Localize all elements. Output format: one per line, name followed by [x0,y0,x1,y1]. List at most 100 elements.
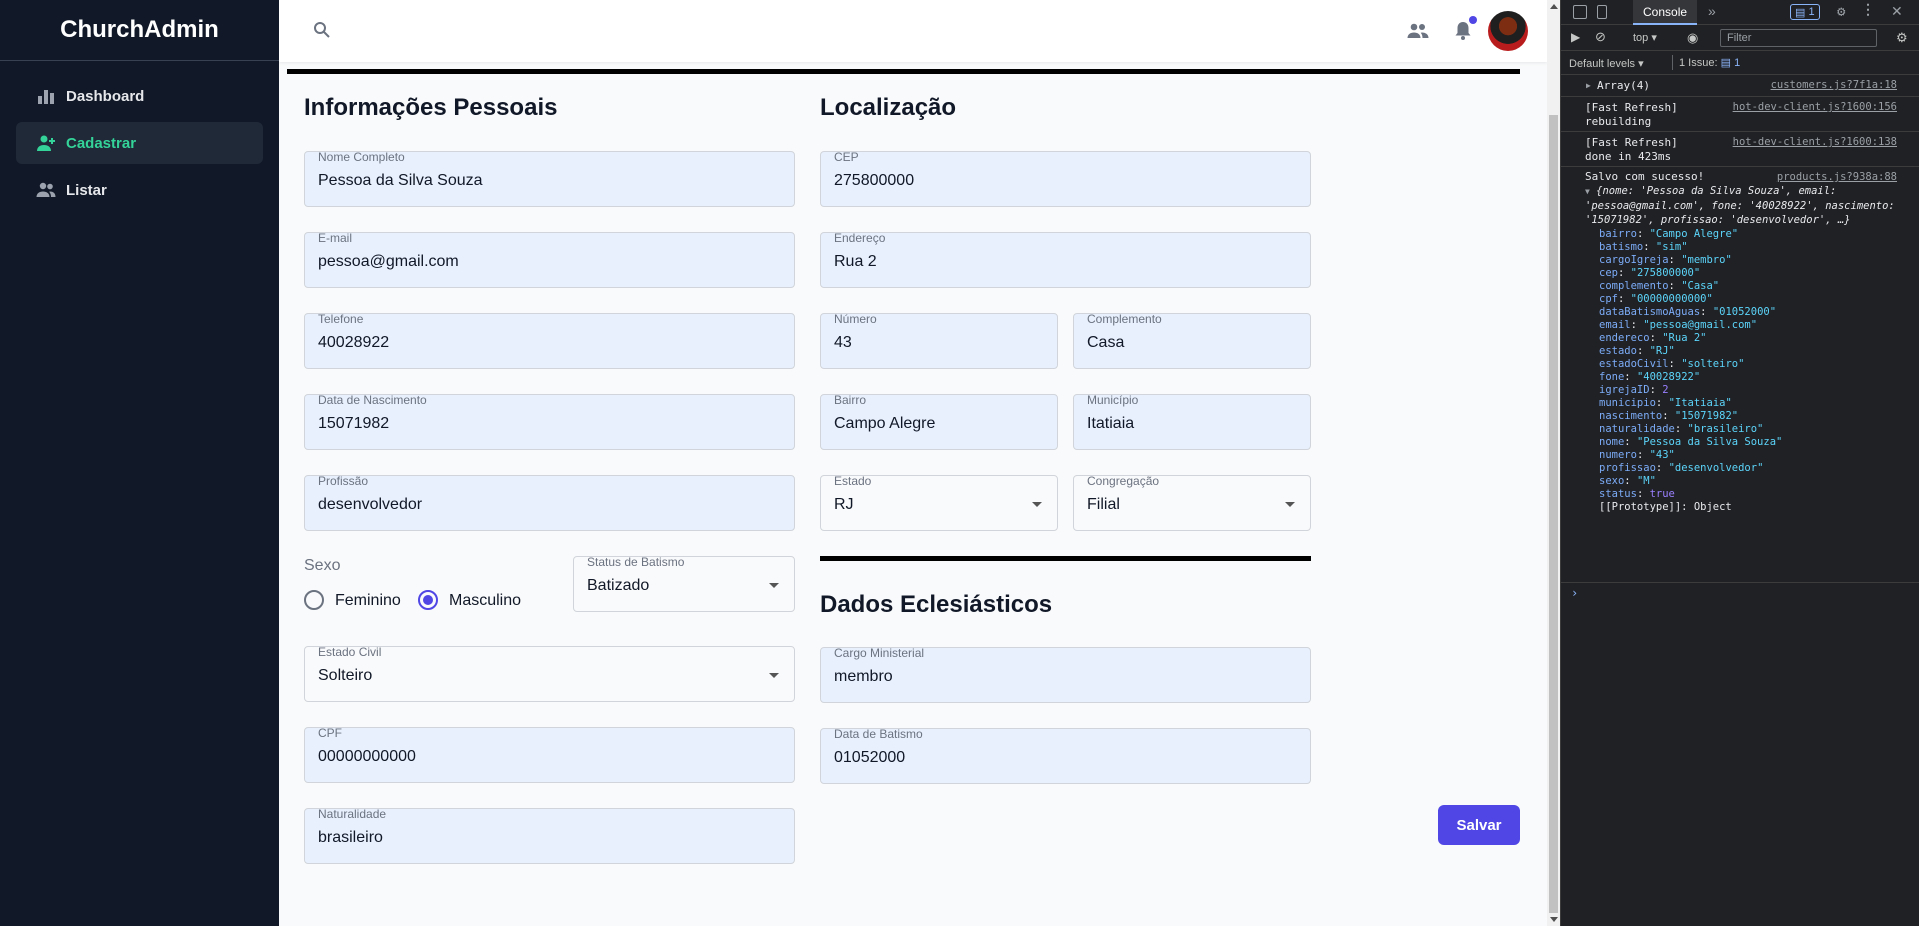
log-source-link[interactable]: hot-dev-client.js?1600:156 [1733,100,1897,114]
scroll-up-icon[interactable] [1550,4,1558,9]
ecclesiastic-title: Dados Eclesiásticos [820,591,1053,618]
property-value: "Itatiaia" [1668,397,1732,409]
property-value: true [1649,488,1675,500]
property-value: "Pessoa da Silva Souza" [1636,436,1783,448]
field-label: Complemento [1087,312,1162,326]
brand-title[interactable]: ChurchAdmin [0,0,279,61]
search-icon[interactable] [313,21,331,39]
filter-input[interactable]: Filter [1720,29,1877,47]
field-label: Número [834,312,877,326]
sidebar-toggle-icon[interactable]: ▶ [1571,30,1580,44]
endereco-field[interactable]: Endereço Rua 2 [820,231,1311,288]
sidebar: ChurchAdmin Dashboard Cadastrar Listar [0,0,279,926]
nascimento-field[interactable]: Data de Nascimento 15071982 [304,393,795,450]
numero-field[interactable]: Número 43 [820,312,1058,369]
field-label: Endereço [834,231,886,245]
console-settings-icon[interactable]: ⚙ [1896,30,1908,46]
personal-info-title: Informações Pessoais [304,94,558,121]
property-key: municipio [1599,397,1656,409]
log-entry[interactable]: [Fast Refresh] rebuilding hot-dev-client… [1561,97,1919,132]
field-value: Itatiaia [1087,415,1135,432]
nome-field[interactable]: Nome Completo Pessoa da Silva Souza [304,150,795,207]
close-icon[interactable]: ✕ [1891,3,1903,20]
chevron-down-icon [769,583,779,588]
field-label: Congregação [1087,474,1160,488]
email-field[interactable]: E-mail pessoa@gmail.com [304,231,795,288]
section-divider [287,69,1520,74]
tab-console[interactable]: Console [1633,0,1698,25]
field-value: Solteiro [318,667,373,684]
field-value: pessoa@gmail.com [318,253,459,270]
property-key: nome [1599,436,1625,448]
cpf-field[interactable]: CPF 00000000000 [304,726,795,783]
log-text: [Fast Refresh] rebuilding [1585,101,1678,128]
field-value: membro [834,668,893,685]
console-toolbar: ▶ ⊘ top ▾ ◉ Filter ⚙ [1561,25,1919,51]
object-property: cep: "275800000" [1599,267,1701,279]
context-select[interactable]: top ▾ [1633,31,1657,44]
avatar[interactable] [1488,11,1528,51]
naturalidade-field[interactable]: Naturalidade brasileiro [304,807,795,864]
sidebar-item-dashboard[interactable]: Dashboard [16,75,263,117]
bairro-field[interactable]: Bairro Campo Alegre [820,393,1058,450]
estado-civil-select[interactable]: Estado Civil Solteiro [304,645,795,702]
eye-icon[interactable]: ◉ [1687,30,1698,46]
object-property: cpf: "00000000000" [1599,293,1713,305]
levels-value: Default levels [1569,58,1636,70]
messages-badge[interactable]: ▤ 1 [1790,4,1820,20]
issues-button[interactable]: 1 Issue: ▤ 1 [1672,55,1746,70]
topbar [279,0,1547,62]
people-icon[interactable] [1407,21,1429,41]
console-prompt[interactable]: › [1561,583,1919,605]
log-entry[interactable]: Salvo com sucesso! products.js?938a:88 ▼… [1561,167,1919,583]
property-value: "Rua 2" [1662,332,1707,344]
badge-count: 1 [1808,6,1815,18]
profissao-field[interactable]: Profissão desenvolvedor [304,474,795,531]
property-key: status [1599,488,1637,500]
object-property: municipio: "Itatiaia" [1599,397,1732,409]
field-label: CPF [318,726,342,740]
levels-select[interactable]: Default levels ▾ [1569,57,1644,70]
radio-feminino[interactable] [304,590,324,610]
radio-masculino[interactable] [418,590,438,610]
cargo-field[interactable]: Cargo Ministerial membro [820,646,1311,703]
device-toggle-icon[interactable] [1597,5,1607,19]
log-source-link[interactable]: hot-dev-client.js?1600:138 [1733,135,1897,149]
object-property: endereco: "Rua 2" [1599,332,1707,344]
object-property: batismo: "sim" [1599,241,1688,253]
page-scrollbar[interactable] [1547,0,1560,926]
property-value: "00000000000" [1630,293,1713,305]
property-value: "RJ" [1649,345,1675,357]
field-value: Batizado [587,577,650,594]
prototype-entry[interactable]: [[Prototype]]: Object [1599,501,1732,514]
clear-console-icon[interactable]: ⊘ [1595,29,1606,45]
telefone-field[interactable]: Telefone 40028922 [304,312,795,369]
sidebar-item-listar[interactable]: Listar [16,169,263,211]
data-batismo-field[interactable]: Data de Batismo 01052000 [820,727,1311,784]
log-entry[interactable]: [Fast Refresh] done in 423ms hot-dev-cli… [1561,132,1919,167]
log-source-link[interactable]: products.js?938a:88 [1777,170,1897,184]
sidebar-item-label: Listar [66,181,107,199]
scrollbar-thumb[interactable] [1549,115,1558,913]
settings-icon[interactable]: ⚙ [1837,4,1845,20]
scroll-down-icon[interactable] [1550,917,1558,922]
congregacao-select[interactable]: Congregação Filial [1073,474,1311,531]
object-summary[interactable]: ▼ {nome: 'Pessoa da Silva Souza', email:… [1585,184,1905,227]
log-entry[interactable]: ▶ Array(4) customers.js?7f1a:18 [1561,75,1919,97]
issues-count: 1 [1734,57,1741,69]
kebab-menu-icon[interactable]: ⋮ [1861,2,1875,18]
municipio-field[interactable]: Município Itatiaia [1073,393,1311,450]
expand-icon[interactable]: ▼ [1585,187,1590,196]
estado-select[interactable]: Estado RJ [820,474,1058,531]
sidebar-item-cadastrar[interactable]: Cadastrar [16,122,263,164]
complemento-field[interactable]: Complemento Casa [1073,312,1311,369]
more-tabs-icon[interactable]: » [1708,3,1716,19]
save-button[interactable]: Salvar [1438,805,1520,845]
cep-field[interactable]: CEP 275800000 [820,150,1311,207]
log-source-link[interactable]: customers.js?7f1a:18 [1771,78,1897,92]
field-label: Bairro [834,393,867,407]
property-key: estado [1599,345,1637,357]
inspect-icon[interactable] [1573,5,1587,19]
status-batismo-select[interactable]: Status de Batismo Batizado [573,555,795,612]
expand-icon[interactable]: ▶ [1586,79,1591,93]
